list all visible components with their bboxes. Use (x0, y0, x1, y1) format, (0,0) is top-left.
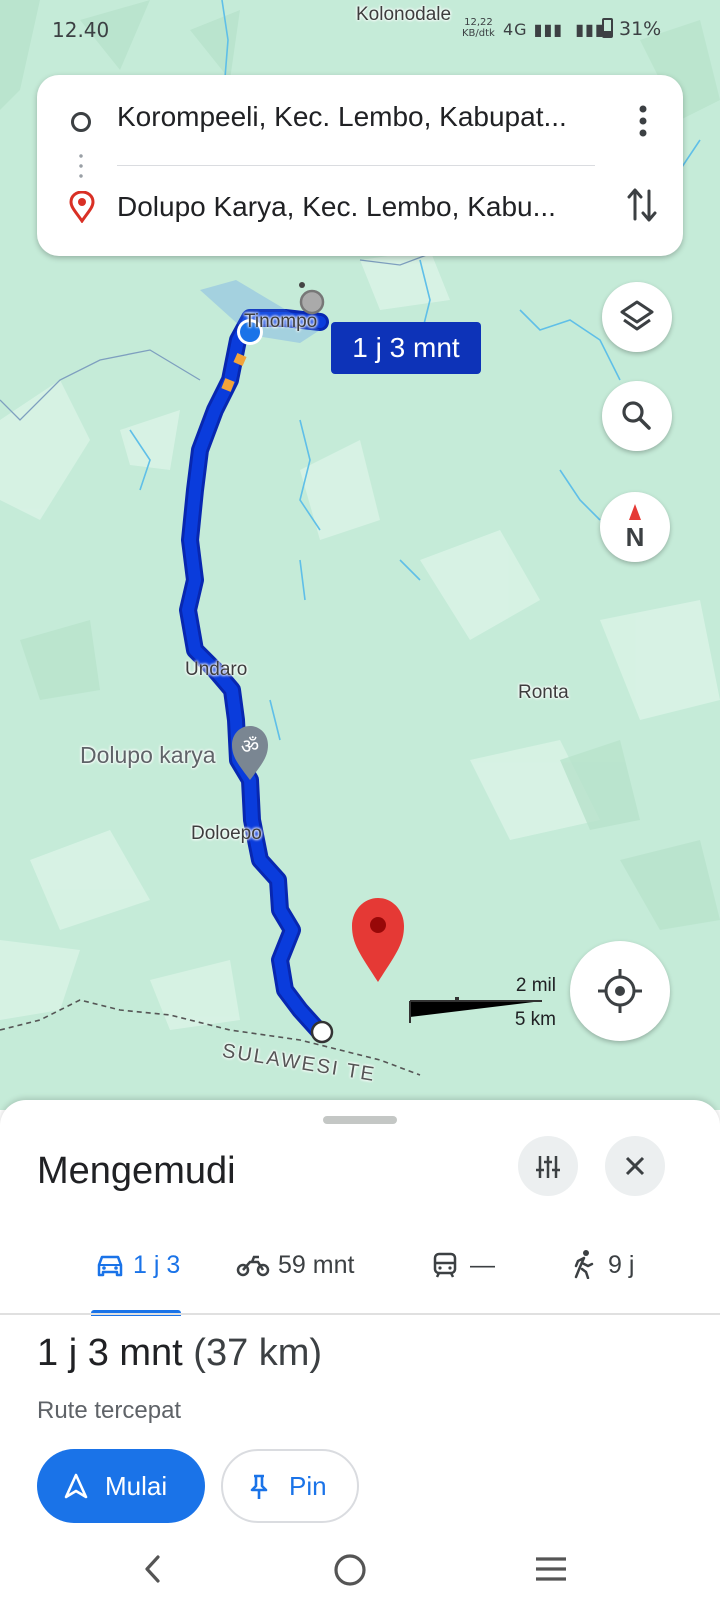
tab-walking[interactable]: 9 j (572, 1240, 634, 1314)
destination-pin (352, 898, 404, 982)
scale-imperial: 2 mil (515, 975, 556, 996)
pin-label: Pin (289, 1471, 327, 1501)
motorcycle-icon (236, 1255, 270, 1277)
network-type: 4G (503, 20, 528, 39)
home-button[interactable] (315, 1540, 385, 1600)
close-icon (625, 1156, 645, 1176)
tab-motorcycle[interactable]: 59 mnt (236, 1240, 354, 1314)
navigation-arrow-icon (64, 1473, 88, 1499)
route-description: Rute tercepat (37, 1397, 182, 1424)
route-summary[interactable]: 1 j 3 mnt (37 km) (37, 1332, 322, 1375)
destination-pin-icon (69, 191, 95, 223)
route-distance: (37 km) (193, 1332, 323, 1374)
directions-card: Korompeeli, Kec. Lembo, Kabupat... Dolup… (37, 75, 683, 256)
map-scale: 2 mil 5 km (408, 975, 560, 1057)
compass-button[interactable]: N (600, 492, 670, 562)
signal-icons: 4G ▮▮▮ ▮▮▮ (503, 20, 605, 39)
sheet-drag-handle[interactable] (323, 1116, 397, 1124)
route-duration: 1 j 3 mnt (37, 1332, 183, 1374)
route-end-marker (310, 1020, 334, 1044)
back-button[interactable] (120, 1540, 190, 1600)
close-button[interactable] (605, 1136, 665, 1196)
motorcycle-time: 59 mnt (278, 1251, 355, 1279)
route-start-marker (299, 289, 325, 315)
my-location-button[interactable] (570, 941, 670, 1041)
more-options-button[interactable] (631, 103, 655, 139)
tune-icon (536, 1156, 560, 1178)
place-label-doloepo[interactable]: Doloepo (191, 823, 262, 845)
destination-input[interactable]: Dolupo Karya, Kec. Lembo, Kabu... (117, 191, 597, 223)
origin-input[interactable]: Korompeeli, Kec. Lembo, Kabupat... (117, 101, 597, 133)
swap-vert-icon (627, 188, 657, 222)
transit-time: — (470, 1251, 495, 1279)
tab-transit[interactable]: — (432, 1240, 495, 1314)
network-speed: 12,22 KB/dtk (462, 17, 495, 39)
svg-text:ॐ: ॐ (241, 734, 259, 758)
tabs-divider (0, 1313, 720, 1315)
route-duration-label[interactable]: 1 j 3 mnt (331, 322, 481, 374)
compass-north-letter: N (625, 522, 645, 552)
route-options-button[interactable] (518, 1136, 578, 1196)
swap-origin-destination-button[interactable] (627, 185, 657, 225)
destination-row[interactable]: Dolupo Karya, Kec. Lembo, Kabu... (37, 177, 683, 237)
battery-icon (602, 18, 613, 38)
status-bar: 12.40 12,22 KB/dtk 4G ▮▮▮ ▮▮▮ 31% (0, 0, 720, 60)
sheet-title: Mengemudi (37, 1150, 236, 1192)
search-along-route-button[interactable] (602, 381, 672, 451)
start-navigation-button[interactable]: Mulai (37, 1449, 205, 1523)
scale-metric: 5 km (514, 1009, 556, 1030)
tab-driving[interactable]: 1 j 3 (95, 1240, 180, 1314)
system-nav-bar (0, 1540, 720, 1612)
place-label-undaro[interactable]: Undaro (185, 659, 247, 681)
recents-button[interactable] (515, 1540, 585, 1600)
place-label-dolupo-karya[interactable]: Dolupo karya (80, 742, 216, 769)
search-icon (622, 401, 651, 430)
walk-icon (574, 1250, 594, 1280)
pin-icon (250, 1474, 268, 1499)
transit-icon (433, 1252, 457, 1278)
more-vert-icon (639, 105, 647, 137)
divider (117, 165, 595, 166)
driving-time: 1 j 3 (133, 1251, 181, 1279)
layers-button[interactable] (602, 282, 672, 352)
origin-row[interactable]: Korompeeli, Kec. Lembo, Kabupat... (37, 87, 683, 147)
directions-sheet: Mengemudi 1 j 3 59 mnt — 9 j 1 j 3 mnt (… (0, 1100, 720, 1612)
place-label-tinompo[interactable]: Tinompo (244, 311, 317, 333)
pin-button[interactable]: Pin (221, 1449, 359, 1523)
status-time: 12.40 (52, 18, 110, 42)
battery: 31% (602, 18, 661, 40)
layers-icon (620, 300, 654, 331)
origin-circle-icon (71, 112, 91, 132)
walking-time: 9 j (608, 1251, 635, 1279)
car-icon (97, 1255, 123, 1277)
start-label: Mulai (105, 1471, 168, 1501)
place-label-ronta[interactable]: Ronta (518, 682, 569, 704)
crosshair-icon (598, 969, 642, 1013)
travel-mode-tabs: 1 j 3 59 mnt — 9 j (0, 1240, 720, 1318)
